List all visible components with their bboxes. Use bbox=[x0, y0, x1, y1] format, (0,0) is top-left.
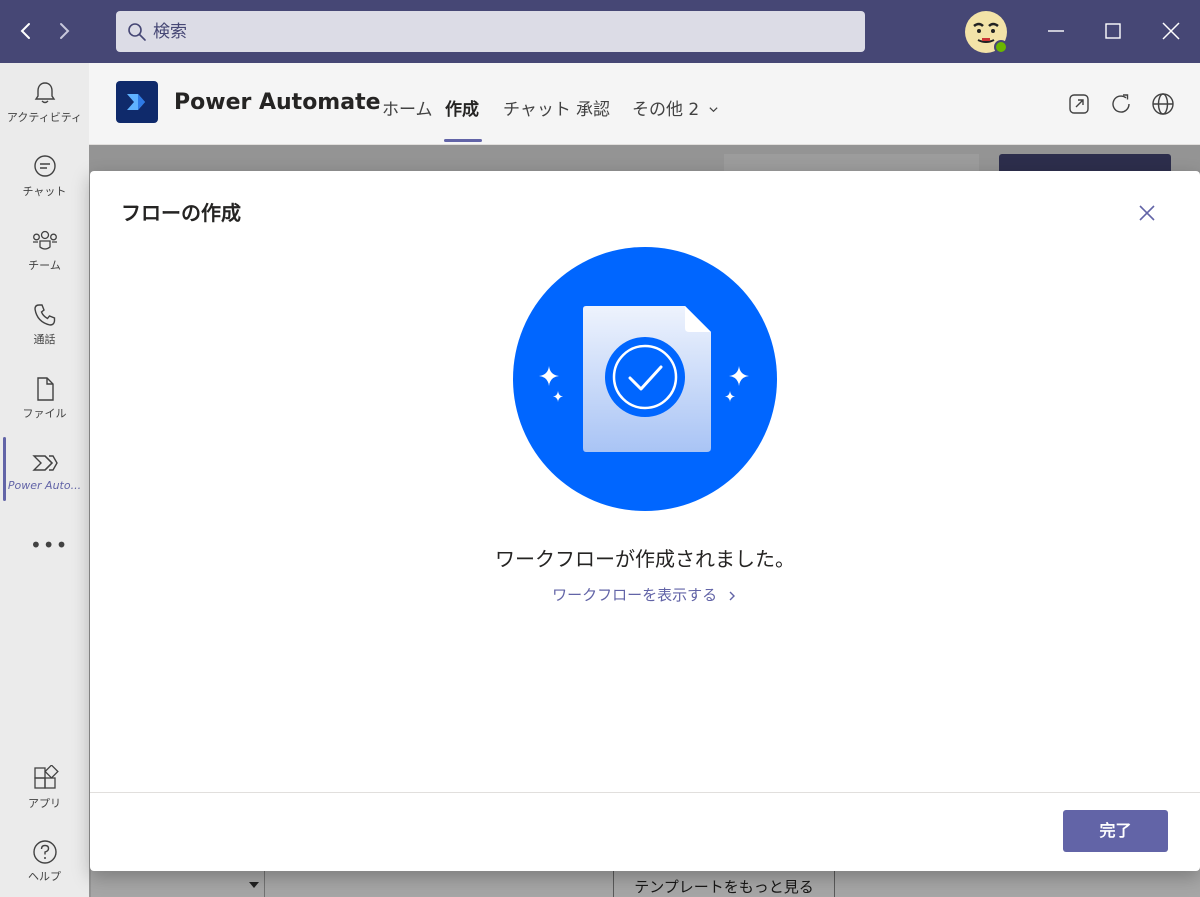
app-title: Power Automate bbox=[174, 90, 381, 115]
dialog-close-button[interactable] bbox=[1135, 201, 1159, 225]
teams-icon bbox=[32, 230, 57, 250]
forward-button[interactable] bbox=[51, 18, 77, 44]
minimize-button[interactable] bbox=[1039, 14, 1073, 48]
popout-icon bbox=[1069, 94, 1089, 114]
view-workflow-link[interactable]: ワークフローを表示する bbox=[90, 584, 1200, 605]
check-circle-icon bbox=[605, 337, 685, 417]
popout-button[interactable] bbox=[1066, 91, 1092, 117]
power-automate-logo-icon bbox=[127, 94, 145, 110]
chevron-down-icon bbox=[709, 107, 718, 113]
refresh-button[interactable] bbox=[1108, 91, 1134, 117]
chevron-right-icon bbox=[729, 591, 735, 600]
rail-item-help[interactable]: ヘルプ bbox=[0, 834, 89, 897]
rail-item-calls[interactable]: 通話 bbox=[0, 297, 89, 363]
avatar[interactable] bbox=[965, 11, 1008, 54]
power-automate-logo bbox=[116, 81, 158, 123]
app-bar: アクティビティ チャット チーム 通話 ファイル Power Auto... •… bbox=[0, 63, 89, 897]
rail-item-label: 通話 bbox=[33, 333, 56, 346]
power-automate-icon bbox=[31, 455, 58, 471]
tab-chat[interactable]: チャット bbox=[503, 95, 571, 120]
more-apps-button[interactable]: ••• bbox=[30, 533, 68, 557]
app-header: Power Automate ホーム 作成 チャット 承認 その他 2 bbox=[89, 63, 1200, 145]
presence-available-badge bbox=[994, 40, 1008, 54]
globe-icon bbox=[1152, 93, 1174, 115]
maximize-button[interactable] bbox=[1096, 14, 1130, 48]
dialog-title: フローの作成 bbox=[121, 201, 241, 225]
minimize-icon bbox=[1048, 30, 1064, 32]
rail-item-power-automate[interactable]: Power Auto... bbox=[0, 445, 89, 511]
rail-item-label: ファイル bbox=[22, 407, 67, 420]
back-icon bbox=[20, 23, 30, 39]
close-window-button[interactable] bbox=[1154, 14, 1188, 48]
title-bar bbox=[0, 0, 1200, 63]
success-illustration bbox=[513, 247, 777, 511]
open-in-browser-button[interactable] bbox=[1150, 91, 1176, 117]
view-workflow-link-label: ワークフローを表示する bbox=[552, 586, 718, 604]
rail-item-activity[interactable]: アクティビティ bbox=[0, 75, 89, 141]
rail-item-label: ヘルプ bbox=[28, 870, 61, 883]
close-icon bbox=[1139, 205, 1155, 221]
rail-item-label: アクティビティ bbox=[6, 111, 83, 124]
rail-item-chat[interactable]: チャット bbox=[0, 149, 89, 215]
apps-icon bbox=[33, 765, 59, 789]
done-button[interactable]: 完了 bbox=[1063, 810, 1168, 852]
rail-active-indicator bbox=[3, 437, 6, 501]
rail-item-apps[interactable]: アプリ bbox=[0, 761, 89, 827]
close-icon bbox=[1162, 22, 1180, 40]
chat-icon bbox=[33, 155, 56, 177]
rail-item-label: チーム bbox=[28, 259, 61, 272]
tab-approvals[interactable]: 承認 bbox=[576, 95, 610, 120]
back-button[interactable] bbox=[13, 18, 39, 44]
tab-create[interactable]: 作成 bbox=[445, 95, 479, 120]
search-icon bbox=[128, 22, 146, 41]
rail-item-label: チャット bbox=[22, 185, 67, 198]
tab-more[interactable]: その他 2 bbox=[632, 95, 719, 120]
help-icon bbox=[32, 840, 57, 864]
success-message: ワークフローが作成されました。 bbox=[495, 547, 795, 571]
rail-item-files[interactable]: ファイル bbox=[0, 371, 89, 437]
rail-item-label: アプリ bbox=[28, 797, 61, 810]
maximize-icon bbox=[1105, 23, 1121, 39]
forward-icon bbox=[60, 23, 70, 39]
rail-item-teams[interactable]: チーム bbox=[0, 223, 89, 289]
file-icon bbox=[36, 377, 54, 401]
search-input[interactable] bbox=[153, 21, 833, 42]
tab-more-label: その他 2 bbox=[632, 100, 700, 120]
active-tab-indicator bbox=[444, 139, 482, 142]
rail-item-label: Power Auto... bbox=[7, 479, 82, 492]
dialog-footer-divider bbox=[90, 792, 1200, 793]
search-box[interactable] bbox=[116, 11, 865, 52]
bell-icon bbox=[34, 82, 55, 104]
refresh-icon bbox=[1112, 94, 1130, 113]
tab-home[interactable]: ホーム bbox=[382, 95, 433, 120]
create-flow-dialog: フローの作成 ワークフローが作成されました。 ワークフローを表示する 完了 bbox=[90, 171, 1200, 871]
phone-icon bbox=[33, 304, 55, 326]
